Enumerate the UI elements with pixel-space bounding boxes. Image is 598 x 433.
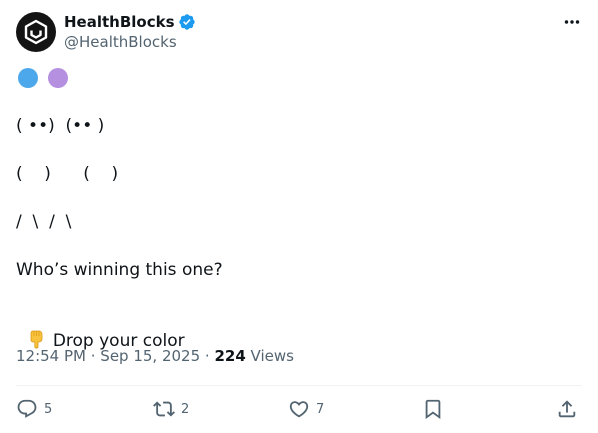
like-count: 7 (316, 401, 325, 417)
post-date[interactable]: Sep 15, 2025 (100, 347, 200, 365)
views-label: Views (245, 347, 294, 365)
author-handle[interactable]: @HealthBlocks (64, 32, 196, 52)
share-button[interactable] (556, 397, 578, 421)
heart-icon (289, 401, 309, 418)
post-meta: 12:54 PM · Sep 15, 2025 · 224 Views (16, 346, 294, 366)
reply-icon (17, 399, 37, 418)
reply-button[interactable]: 5 (16, 397, 52, 421)
repost-count: 2 (181, 401, 190, 417)
more-options-icon[interactable] (562, 12, 582, 32)
share-icon (558, 400, 576, 418)
like-button[interactable]: 7 (288, 397, 324, 421)
meta-separator: · (200, 347, 215, 365)
healthblocks-logo-icon (24, 19, 48, 45)
repost-icon (153, 401, 175, 417)
views-count: 224 (214, 347, 246, 365)
blue-circle-emoji (18, 68, 38, 88)
avatar[interactable] (16, 12, 56, 52)
repost-button[interactable]: 2 (153, 397, 189, 421)
color-dots (18, 68, 68, 88)
action-bar: 5 2 7 (16, 397, 582, 421)
reply-count: 5 (44, 401, 53, 417)
author-info: HealthBlocks @HealthBlocks (64, 12, 196, 52)
verified-badge-icon[interactable] (178, 13, 196, 31)
ascii-bodies-line: ( ) ( ) (16, 164, 119, 184)
divider (16, 385, 582, 386)
bookmark-icon (425, 399, 441, 420)
post-header: HealthBlocks @HealthBlocks (16, 12, 582, 52)
purple-circle-emoji (48, 68, 68, 88)
post-time[interactable]: 12:54 PM (16, 347, 86, 365)
ascii-legs-line: / \ / \ (16, 212, 72, 232)
bookmark-button[interactable] (422, 397, 444, 421)
author-display-name[interactable]: HealthBlocks (64, 12, 175, 32)
question-text: Who’s winning this one? (16, 260, 223, 280)
meta-separator: · (85, 347, 101, 365)
ascii-faces-line: ( ••) (•• ) (16, 116, 105, 136)
